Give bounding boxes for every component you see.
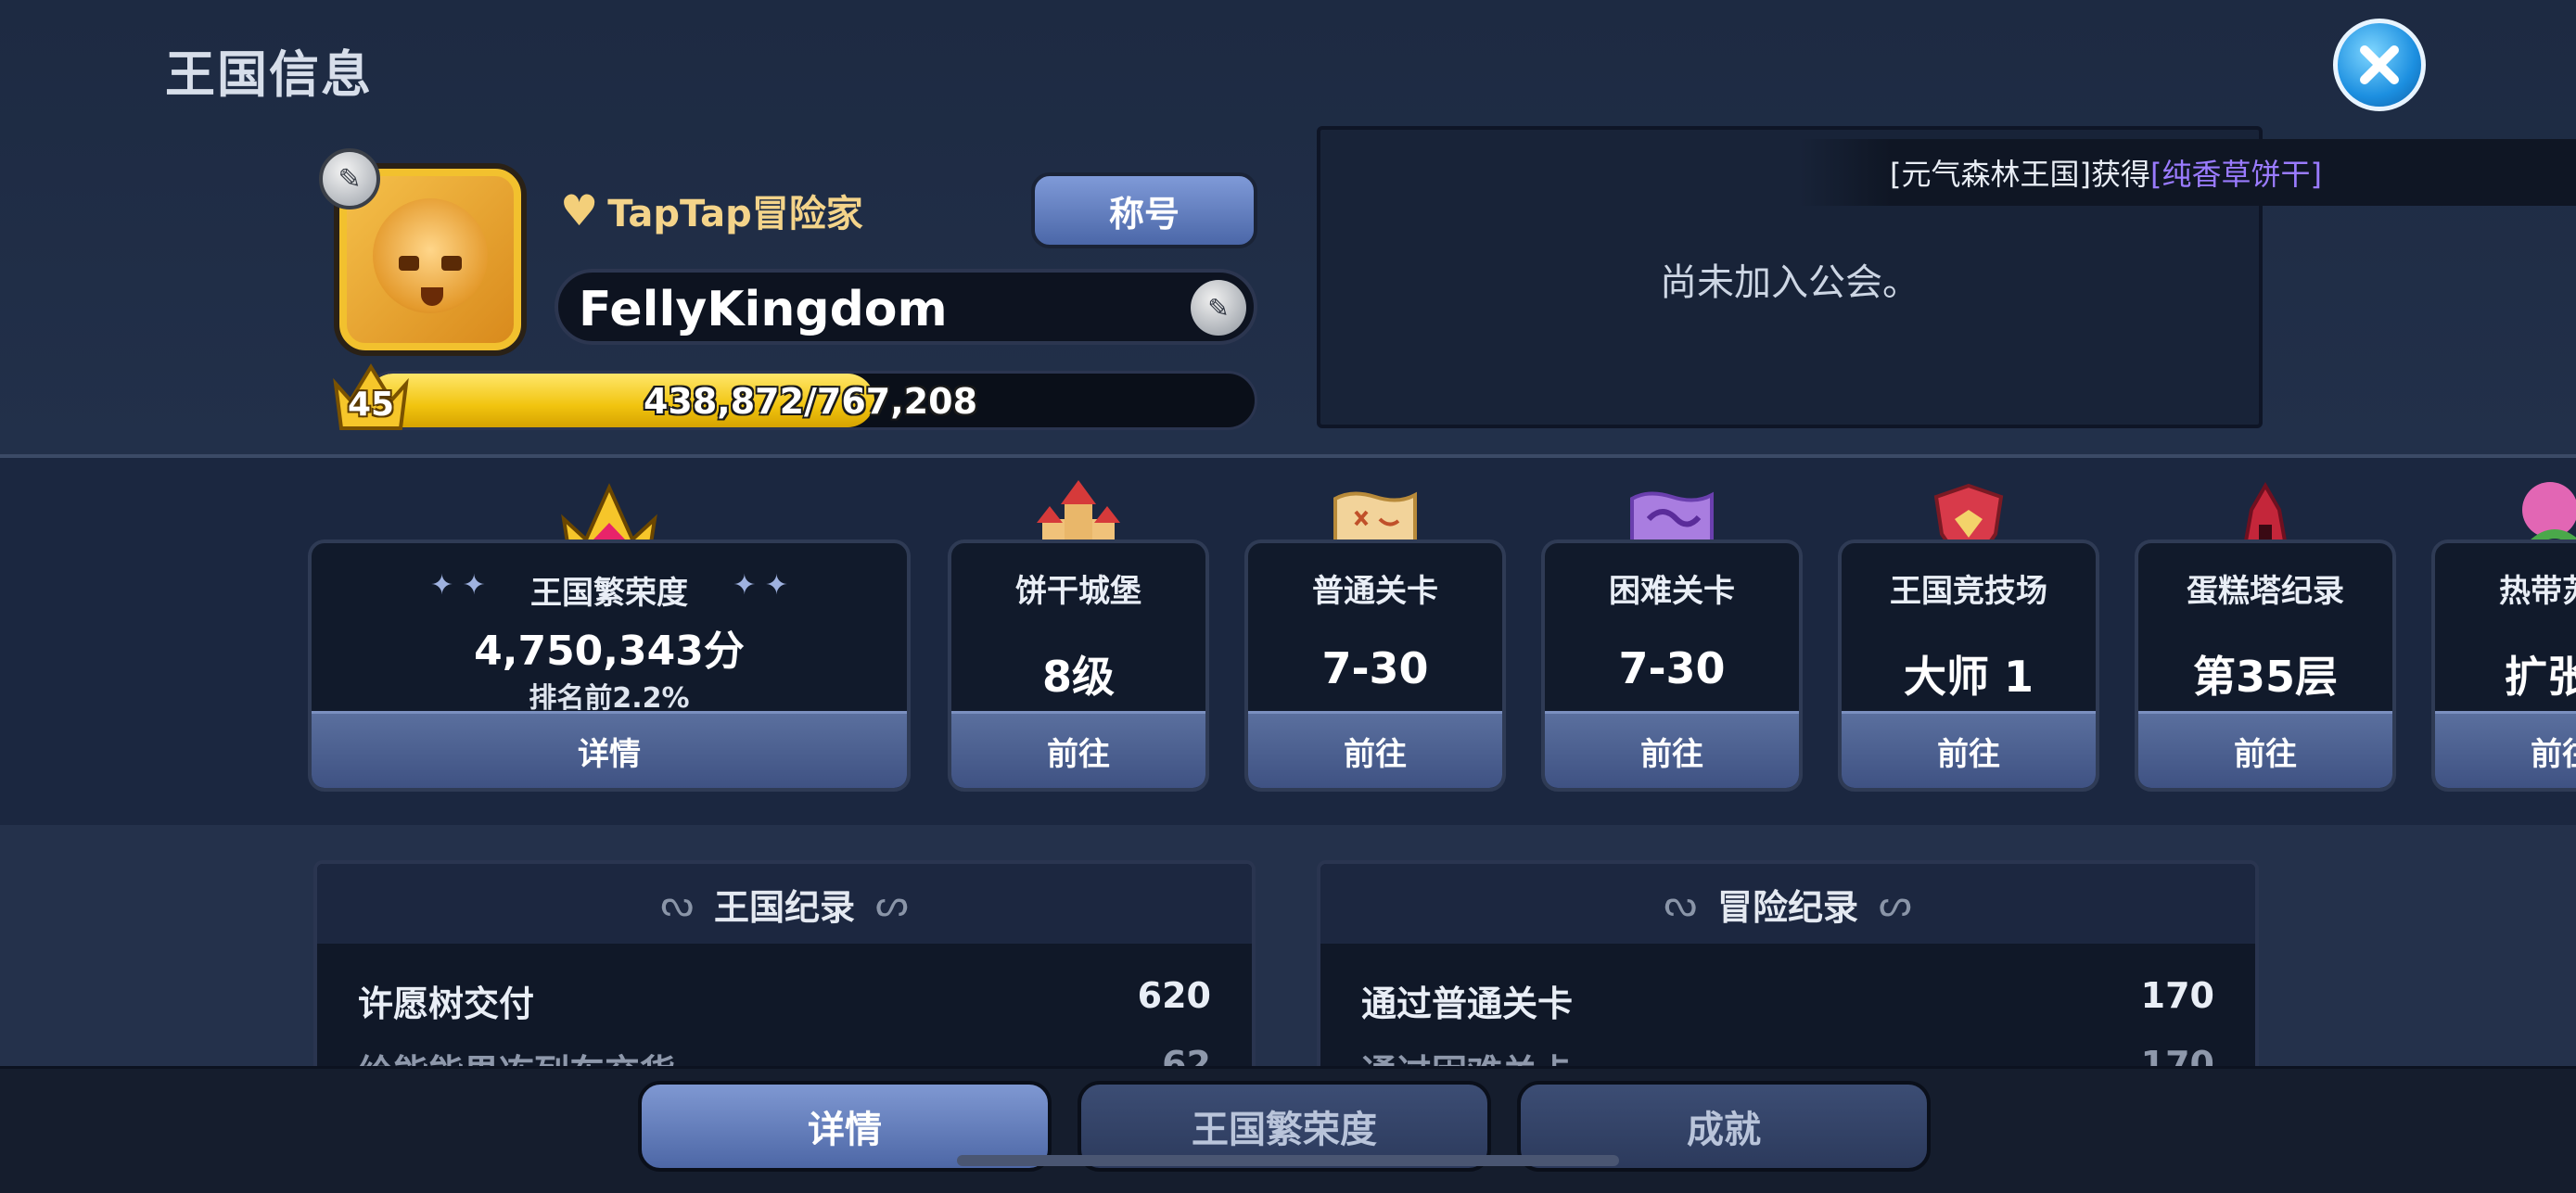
prosperity-rank: 排名前2.2% bbox=[529, 682, 690, 715]
kingdom-name-field: FellyKingdom ✎ bbox=[555, 269, 1257, 345]
edit-name-button[interactable]: ✎ bbox=[1191, 280, 1246, 336]
cake-tower-value: 第35层 bbox=[2192, 652, 2338, 702]
player-badge: ♥ TapTap冒险家 bbox=[560, 184, 863, 237]
page-title: 王国信息 bbox=[165, 45, 373, 104]
edit-avatar-button[interactable]: ✎ bbox=[319, 148, 380, 209]
avatar-face bbox=[373, 198, 488, 313]
cake-tower-card: 蛋糕塔纪录 第35层 前往 bbox=[2135, 539, 2396, 792]
player-level: 45 bbox=[347, 386, 395, 424]
kingdom-records-header: ᔓ 王国纪录 ᔕ bbox=[317, 864, 1252, 944]
avatar-mouth bbox=[421, 287, 443, 306]
level-crown: 45 bbox=[330, 360, 412, 434]
tropical-go-button[interactable]: 前往 bbox=[2435, 711, 2576, 788]
adventure-records-header: ᔓ 冒险纪录 ᔕ bbox=[1320, 864, 2255, 944]
arena-card: 王国竞技场 大师 1 前往 bbox=[1838, 539, 2099, 792]
avatar-eye bbox=[399, 256, 419, 271]
castle-value: 8级 bbox=[1041, 652, 1115, 702]
xp-text: 438,872/767,208 bbox=[643, 381, 978, 422]
kingdom-records-title: 王国纪录 bbox=[713, 886, 855, 928]
close-icon bbox=[2360, 45, 2399, 84]
hard-stage-label: 困难关卡 bbox=[1609, 573, 1735, 610]
swirl-icon: ᔕ bbox=[1879, 882, 1912, 925]
arena-go-button[interactable]: 前往 bbox=[1842, 711, 2096, 788]
cake-tower-go-button[interactable]: 前往 bbox=[2138, 711, 2392, 788]
avatar-eye bbox=[441, 256, 462, 271]
kingdom-records-panel: ᔓ 王国纪录 ᔕ 许愿树交付 620 给能能果冻列车交货 62 bbox=[313, 860, 1256, 1083]
castle-go-button[interactable]: 前往 bbox=[951, 711, 1205, 788]
xp-bar: 438,872/767,208 bbox=[363, 371, 1257, 430]
castle-label: 饼干城堡 bbox=[1015, 573, 1141, 610]
record-value: 170 bbox=[2140, 975, 2214, 1016]
arena-label: 王国竞技场 bbox=[1890, 573, 2047, 610]
adventure-records-panel: ᔓ 冒险纪录 ᔕ 通过普通关卡 170 通过困难关卡 170 bbox=[1317, 860, 2259, 1083]
arena-value: 大师 1 bbox=[1903, 652, 2034, 702]
hard-stage-value: 7-30 bbox=[1618, 643, 1726, 693]
home-indicator[interactable] bbox=[957, 1155, 1619, 1166]
normal-stage-go-button[interactable]: 前往 bbox=[1248, 711, 1502, 788]
hard-stage-card: 困难关卡 7-30 前往 bbox=[1541, 539, 1803, 792]
cake-tower-label: 蛋糕塔纪录 bbox=[2187, 573, 2344, 610]
normal-stage-card: 普通关卡 7-30 前往 bbox=[1244, 539, 1506, 792]
swirl-icon: ᔓ bbox=[660, 882, 694, 925]
record-row: 许愿树交付 620 bbox=[358, 975, 1211, 1026]
prosperity-label: 王国繁荣度 bbox=[530, 575, 688, 612]
heart-icon: ♥ bbox=[560, 185, 599, 235]
prosperity-card: ✦ ✦ ✦ ✦ 王国繁荣度 4,750,343分 排名前2.2% 详情 bbox=[308, 539, 911, 792]
pencil-icon: ✎ bbox=[338, 162, 362, 196]
prosperity-value: 4,750,343分 bbox=[474, 628, 745, 675]
player-badge-text: TapTap冒险家 bbox=[607, 193, 863, 235]
castle-card: 饼干城堡 8级 前往 bbox=[948, 539, 1209, 792]
title-button[interactable]: 称号 bbox=[1031, 172, 1257, 248]
record-label: 许愿树交付 bbox=[358, 984, 535, 1024]
record-label: 通过普通关卡 bbox=[1361, 984, 1574, 1024]
ticker-highlight: [纯香草饼干] bbox=[2149, 157, 2322, 192]
tropical-label: 热带苏打 bbox=[2499, 573, 2576, 610]
kingdom-name: FellyKingdom bbox=[579, 282, 948, 337]
close-button[interactable] bbox=[2333, 19, 2426, 111]
ticker-text: [元气森林王国]获得 bbox=[1890, 157, 2150, 192]
pencil-icon: ✎ bbox=[1207, 292, 1230, 324]
record-row: 通过普通关卡 170 bbox=[1361, 975, 2214, 1026]
prosperity-details-button[interactable]: 详情 bbox=[312, 711, 907, 788]
normal-stage-label: 普通关卡 bbox=[1312, 573, 1438, 610]
swirl-icon: ᔕ bbox=[875, 882, 909, 925]
tropical-card: 热带苏打 扩张4 前往 bbox=[2431, 539, 2576, 792]
swirl-icon: ᔓ bbox=[1664, 882, 1697, 925]
record-value: 620 bbox=[1137, 975, 1211, 1016]
guild-status: 尚未加入公会。 bbox=[1660, 261, 1919, 304]
news-ticker: [元气森林王国]获得 [纯香草饼干] bbox=[1799, 139, 2576, 206]
adventure-records-title: 冒险纪录 bbox=[1716, 886, 1858, 928]
tropical-value: 扩张4 bbox=[2504, 652, 2576, 702]
normal-stage-value: 7-30 bbox=[1321, 643, 1429, 693]
hard-stage-go-button[interactable]: 前往 bbox=[1545, 711, 1799, 788]
